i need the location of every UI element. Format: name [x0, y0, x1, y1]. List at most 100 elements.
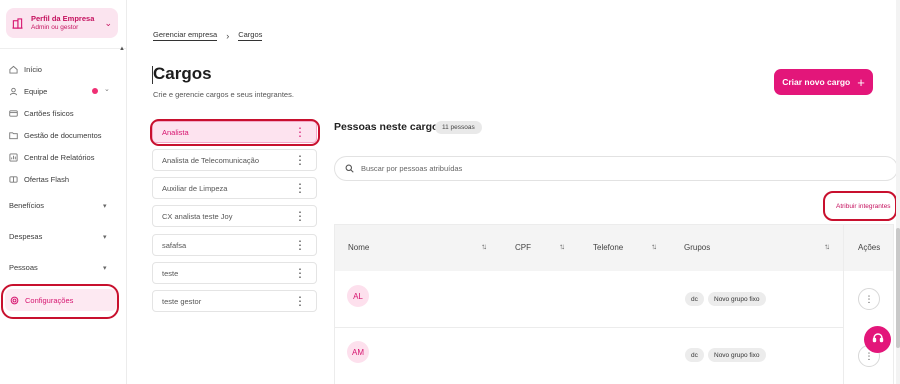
scrollbar-thumb[interactable]: [896, 228, 900, 348]
building-icon: [12, 17, 24, 29]
page-subtitle: Crie e gerencie cargos e seus integrante…: [153, 90, 294, 99]
group-chip: dc: [685, 292, 704, 306]
sort-icon[interactable]: ↑↓: [651, 242, 657, 251]
page-scrollbar[interactable]: [896, 0, 900, 384]
sidebar-section-label: Despesas: [9, 232, 43, 241]
notification-dot: [92, 88, 98, 94]
sidebar-item-cartoes[interactable]: Cartões físicos: [0, 102, 126, 124]
chevron-down-icon: ▾: [103, 233, 107, 241]
search-input[interactable]: [361, 164, 841, 173]
breadcrumb-current[interactable]: Cargos: [238, 30, 263, 41]
chevron-down-icon: ⌄: [104, 17, 112, 28]
company-text: Perfil da Empresa Admin ou gestor: [31, 14, 104, 31]
column-header-actions-cell: Ações: [844, 225, 893, 271]
sort-icon[interactable]: ↑↓: [481, 242, 487, 251]
plus-icon: +: [857, 74, 865, 90]
table-row: AM dc Novo grupo fixo: [335, 328, 893, 384]
annotation-highlight-ring: [823, 191, 897, 221]
chevron-down-icon: ▾: [103, 202, 107, 210]
card-icon: [9, 109, 19, 118]
avatar: AL: [347, 285, 369, 307]
sort-icon[interactable]: ↑↓: [824, 242, 830, 251]
sidebar-divider: [0, 48, 126, 49]
more-vertical-icon[interactable]: ⋮: [294, 294, 306, 308]
sidebar: Perfil da Empresa Admin ou gestor ⌄ ▲ In…: [0, 0, 127, 384]
sidebar-section-despesas[interactable]: Despesas ▾: [0, 221, 126, 252]
table-row: AL dc Novo grupo fixo: [335, 271, 893, 328]
role-item[interactable]: safafsa ⋮: [152, 234, 317, 256]
sidebar-item-documentos[interactable]: Gestão de documentos: [0, 124, 126, 146]
page-title: Cargos: [153, 64, 212, 83]
scroll-up-icon[interactable]: ▲: [119, 46, 125, 52]
group-chip: Novo grupo fixo: [708, 348, 766, 362]
annotation-highlight-ring: [150, 119, 320, 146]
create-role-button[interactable]: Criar novo cargo +: [774, 69, 873, 95]
sidebar-nav: Início Equipe ⌄ Cartões físicos Gestão d…: [0, 58, 126, 283]
role-name: CX analista teste Joy: [162, 211, 233, 221]
sidebar-item-relatorios[interactable]: Central de Relatórios: [0, 146, 126, 168]
role-name: Auxiliar de Limpeza: [162, 183, 228, 193]
role-name: teste gestor: [162, 296, 202, 306]
home-icon: [9, 65, 19, 74]
role-item[interactable]: CX analista teste Joy ⋮: [152, 205, 317, 227]
row-actions-button[interactable]: ⋮: [858, 288, 880, 310]
role-item[interactable]: Analista de Telecomunicação ⋮: [152, 149, 317, 171]
folder-icon: [9, 131, 19, 140]
breadcrumb-parent[interactable]: Gerenciar empresa: [153, 30, 218, 41]
sidebar-item-label: Equipe: [24, 86, 48, 96]
column-header-groups: Grupos: [684, 243, 711, 252]
sidebar-section-beneficios[interactable]: Benefícios ▾: [0, 190, 126, 221]
sidebar-item-label: Central de Relatórios: [24, 152, 95, 162]
people-count-badge: 11 pessoas: [435, 121, 482, 134]
role-name: safafsa: [162, 240, 187, 250]
role-item[interactable]: teste ⋮: [152, 262, 317, 284]
more-vertical-icon[interactable]: ⋮: [294, 238, 306, 252]
app-root: Perfil da Empresa Admin ou gestor ⌄ ▲ In…: [0, 0, 900, 384]
column-header-name: Nome: [348, 243, 370, 252]
role-name: teste: [162, 268, 179, 278]
role-name: Analista de Telecomunicação: [162, 155, 260, 165]
sidebar-item-label: Cartões físicos: [24, 108, 74, 118]
company-name: Perfil da Empresa: [31, 14, 95, 24]
people-panel-title: Pessoas neste cargo: [334, 121, 439, 133]
sort-icon[interactable]: ↑↓: [559, 242, 565, 251]
sidebar-item-equipe[interactable]: Equipe ⌄: [0, 80, 126, 102]
search-icon: [345, 164, 354, 173]
company-profile-switcher[interactable]: Perfil da Empresa Admin ou gestor ⌄: [6, 8, 118, 38]
help-chat-button[interactable]: [864, 326, 891, 353]
breadcrumb: Gerenciar empresa › Cargos: [153, 30, 263, 41]
chevron-down-icon: ⌄: [104, 86, 110, 93]
sidebar-section-label: Pessoas: [9, 263, 38, 272]
chevron-right-icon: ›: [226, 30, 230, 41]
sidebar-item-inicio[interactable]: Início: [0, 58, 126, 80]
column-header-phone: Telefone: [593, 243, 624, 252]
role-item[interactable]: Auxiliar de Limpeza ⋮: [152, 177, 317, 199]
sidebar-item-label: Gestão de documentos: [24, 130, 102, 140]
company-role: Admin ou gestor: [31, 23, 79, 31]
group-chip: Novo grupo fixo: [708, 292, 766, 306]
column-header-cpf: CPF: [515, 243, 531, 252]
people-search[interactable]: [334, 156, 898, 181]
users-icon: [9, 87, 19, 96]
group-chip: dc: [685, 348, 704, 362]
annotation-highlight-ring: [1, 284, 119, 319]
people-table: Nome ↑↓ CPF ↑↓ Telefone ↑↓ Grupos ↑↓ AL …: [334, 224, 894, 384]
chevron-down-icon: ▾: [103, 264, 107, 272]
more-vertical-icon[interactable]: ⋮: [294, 181, 306, 195]
role-item[interactable]: teste gestor ⋮: [152, 290, 317, 312]
more-vertical-icon[interactable]: ⋮: [294, 153, 306, 167]
tag-icon: [9, 175, 19, 184]
more-vertical-icon[interactable]: ⋮: [294, 266, 306, 280]
sidebar-section-pessoas[interactable]: Pessoas ▾: [0, 252, 126, 283]
more-vertical-icon[interactable]: ⋮: [294, 209, 306, 223]
headset-icon: [872, 331, 884, 349]
sidebar-item-label: Ofertas Flash: [24, 174, 70, 184]
sidebar-item-label: Início: [24, 64, 42, 74]
sidebar-section-label: Benefícios: [9, 201, 45, 210]
create-role-label: Criar novo cargo: [782, 77, 851, 87]
column-header-actions: Ações: [858, 243, 881, 252]
table-header: Nome ↑↓ CPF ↑↓ Telefone ↑↓ Grupos ↑↓: [335, 225, 893, 271]
report-icon: [9, 152, 19, 162]
avatar: AM: [347, 341, 369, 363]
sidebar-item-ofertas[interactable]: Ofertas Flash: [0, 168, 126, 190]
